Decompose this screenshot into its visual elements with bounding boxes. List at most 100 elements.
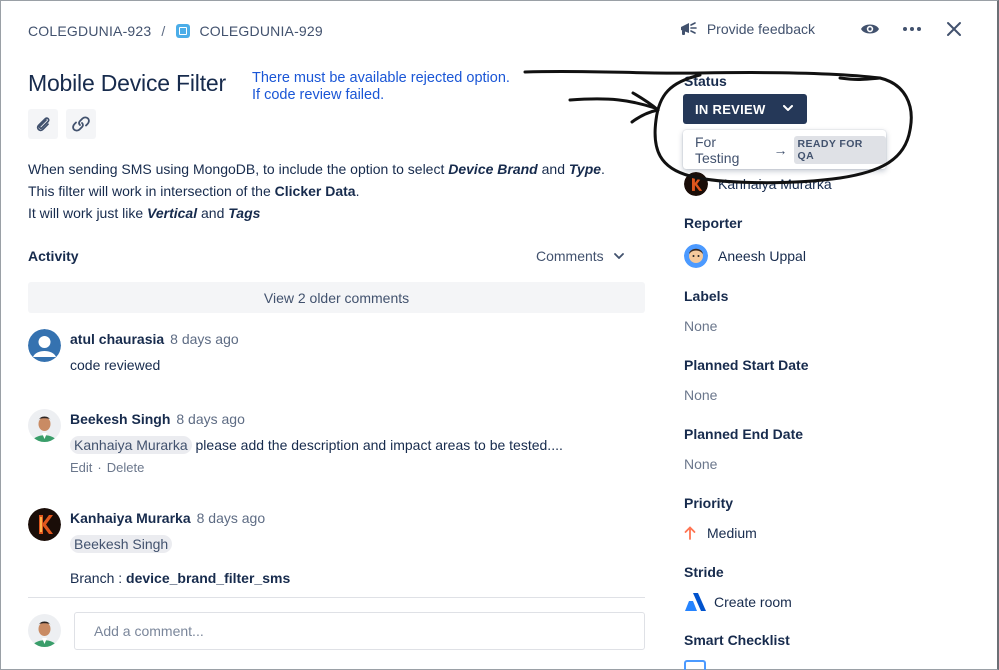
reporter-field[interactable]: Aneesh Uppal (684, 244, 806, 268)
comment-item: Kanhaiya Murarka 8 days ago Beekesh Singh… (28, 508, 645, 590)
annotation-line-2: If code review failed. (252, 87, 385, 103)
comment-text: Beekesh Singh (70, 533, 645, 555)
reporter-label: Reporter (684, 215, 743, 231)
issue-description[interactable]: When sending SMS using MongoDB, to inclu… (28, 158, 605, 224)
breadcrumb-separator: / (161, 23, 166, 39)
smart-checklist-label: Smart Checklist (684, 632, 790, 648)
breadcrumb-parent[interactable]: COLEGDUNIA-923 (28, 23, 151, 39)
priority-field[interactable]: Medium (684, 525, 757, 541)
transition-option-label[interactable]: For Testing (695, 134, 764, 166)
planned-end-value[interactable]: None (684, 456, 717, 472)
avatar[interactable] (28, 329, 61, 362)
reporter-name: Aneesh Uppal (718, 248, 806, 264)
more-actions-button[interactable] (901, 18, 923, 40)
feedback-label: Provide feedback (706, 21, 815, 37)
comment-author[interactable]: atul chaurasia (70, 331, 164, 347)
comment-body: atul chaurasia 8 days ago code reviewed (70, 329, 645, 376)
comment-item: atul chaurasia 8 days ago code reviewed (28, 329, 645, 377)
comment-text: code reviewed (70, 357, 161, 373)
current-user-avatar (28, 614, 61, 647)
divider (28, 597, 645, 598)
eye-icon (861, 24, 879, 34)
attach-button[interactable] (28, 109, 58, 139)
chevron-down-icon (783, 105, 793, 111)
user-photo-icon (28, 409, 61, 442)
stride-action-label: Create room (714, 594, 792, 610)
user-mention[interactable]: Kanhaiya Murarka (70, 436, 192, 454)
branch-info: Branch : device_brand_filter_sms (70, 570, 291, 586)
comment-author[interactable]: Kanhaiya Murarka (70, 510, 191, 526)
comment-text: Kanhaiya Murarka please add the descript… (70, 434, 645, 456)
issue-title[interactable]: Mobile Device Filter (28, 70, 226, 97)
link-icon (72, 116, 90, 132)
comment-time[interactable]: 8 days ago (197, 510, 266, 526)
dot-separator: · (97, 460, 102, 475)
default-user-avatar-icon (28, 329, 61, 362)
close-button[interactable] (943, 18, 965, 40)
breadcrumb-current[interactable]: COLEGDUNIA-929 (200, 23, 323, 39)
status-label: Status (684, 73, 727, 89)
stride-label: Stride (684, 564, 724, 580)
assignee-field[interactable]: Kanhaiya Murarka (684, 172, 832, 196)
avatar[interactable] (28, 409, 61, 442)
checklist-icon (684, 660, 706, 670)
user-photo-icon (28, 614, 61, 647)
handwritten-annotation: There must be available rejected option.… (252, 70, 510, 104)
planned-start-label: Planned Start Date (684, 357, 809, 373)
chevron-down-icon (613, 253, 624, 259)
planned-start-value[interactable]: None (684, 387, 717, 403)
avatar (684, 172, 708, 196)
comment-header: Beekesh Singh 8 days ago (70, 409, 645, 429)
edit-comment-link[interactable]: Edit (70, 460, 92, 475)
comment-body: Kanhaiya Murarka 8 days ago Beekesh Singh… (70, 508, 645, 586)
link-issue-button[interactable] (66, 109, 96, 139)
description-line-3: It will work just like Vertical and Tags (28, 205, 261, 221)
branch-name[interactable]: device_brand_filter_sms (126, 570, 290, 586)
labels-label: Labels (684, 288, 729, 304)
close-icon (947, 22, 961, 36)
status-value: IN REVIEW (695, 101, 766, 117)
avatar (684, 244, 708, 268)
comment-time[interactable]: 8 days ago (170, 331, 239, 347)
comment-item: Beekesh Singh 8 days ago Kanhaiya Murarka… (28, 409, 645, 481)
k-logo-avatar-icon (684, 172, 708, 196)
comment-time[interactable]: 8 days ago (176, 411, 245, 427)
activity-heading: Activity (28, 248, 79, 264)
priority-value: Medium (707, 525, 757, 541)
header-actions: Provide feedback (679, 18, 965, 40)
avatar[interactable] (28, 508, 61, 541)
paperclip-icon (36, 117, 50, 132)
comment-actions: Edit · Delete (70, 460, 645, 475)
add-comment-input[interactable]: Add a comment... (74, 612, 645, 650)
status-transition-menu: For Testing → READY FOR QA (683, 130, 886, 169)
comment-header: atul chaurasia 8 days ago (70, 329, 645, 349)
status-lozenge[interactable]: READY FOR QA (793, 135, 886, 164)
annotation-line-1: There must be available rejected option. (252, 70, 510, 86)
assignee-name: Kanhaiya Murarka (718, 176, 832, 192)
comment-author[interactable]: Beekesh Singh (70, 411, 170, 427)
description-line-1: When sending SMS using MongoDB, to inclu… (28, 161, 605, 177)
breadcrumb: COLEGDUNIA-923 / COLEGDUNIA-929 (28, 23, 323, 39)
planned-end-label: Planned End Date (684, 426, 804, 442)
priority-label: Priority (684, 495, 734, 511)
delete-comment-link[interactable]: Delete (107, 460, 145, 475)
feedback-button[interactable]: Provide feedback (679, 21, 815, 37)
user-mention[interactable]: Beekesh Singh (70, 535, 173, 553)
comment-body: Beekesh Singh 8 days ago Kanhaiya Murarka… (70, 409, 645, 475)
view-older-comments-button[interactable]: View 2 older comments (28, 282, 645, 313)
create-room-button[interactable]: Create room (684, 592, 792, 612)
subtask-icon (175, 24, 190, 38)
stride-logo-icon (685, 593, 706, 611)
activity-filter-dropdown[interactable]: Comments (536, 248, 624, 264)
arrow-right-icon: → (773, 141, 788, 158)
description-line-2: This filter will work in intersection of… (28, 183, 360, 199)
arrow-up-icon (684, 526, 696, 540)
cartoon-avatar-icon (684, 244, 708, 268)
labels-value[interactable]: None (684, 318, 717, 334)
issue-quick-actions (28, 109, 104, 139)
k-logo-avatar-icon (28, 508, 61, 541)
status-dropdown-button[interactable]: IN REVIEW (683, 94, 807, 124)
watch-button[interactable] (859, 18, 881, 40)
more-horizontal-icon (903, 27, 921, 31)
comment-header: Kanhaiya Murarka 8 days ago (70, 508, 645, 528)
